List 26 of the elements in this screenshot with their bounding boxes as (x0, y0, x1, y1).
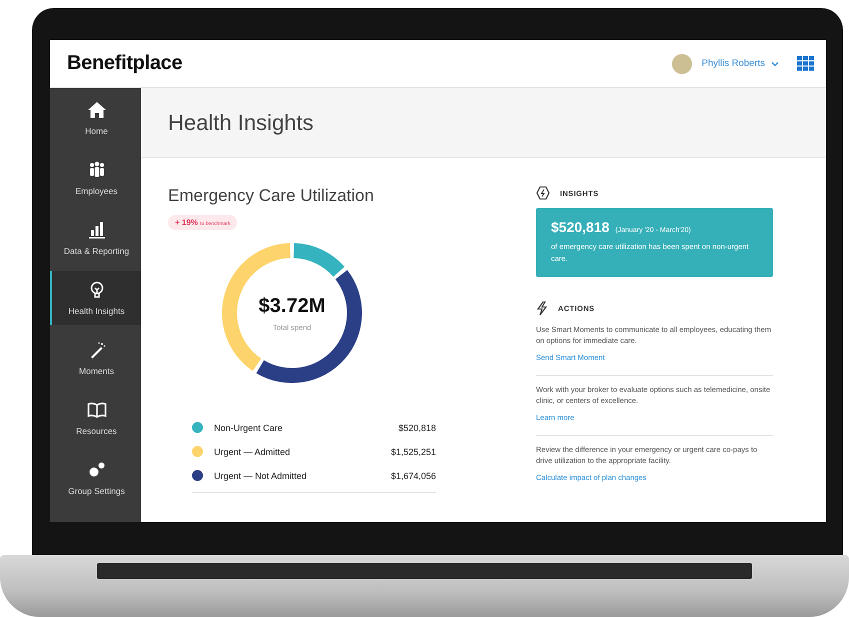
sidebar-item[interactable]: Group Settings (50, 448, 141, 508)
section-title: Emergency Care Utilization (168, 186, 375, 206)
legend-amount: $520,818 (398, 422, 436, 432)
legend-amount: $1,674,056 (390, 470, 436, 480)
home-icon (86, 100, 106, 118)
bar-chart-icon (86, 220, 106, 238)
sidebar-item[interactable]: Moments (50, 328, 141, 388)
legend-label: Urgent — Admitted (214, 446, 290, 456)
total-value: $3.72M (258, 294, 326, 318)
sidebar-item[interactable]: Employees (50, 148, 141, 208)
sidebar-item[interactable]: Data & Reporting (50, 208, 141, 268)
book-icon (86, 400, 106, 418)
user-menu[interactable]: Phyllis Roberts (702, 58, 783, 69)
caret-icon (771, 60, 779, 66)
logo[interactable]: Benefitplace (67, 52, 182, 75)
sidebar-item[interactable]: Home (50, 88, 141, 148)
apps-grid-icon[interactable] (797, 56, 814, 71)
page-title: Health Insights (168, 110, 314, 136)
legend-label: Non-Urgent Care (214, 422, 283, 432)
hexagon-bolt-icon (536, 186, 550, 200)
sidebar-item[interactable]: Resources (50, 388, 141, 448)
legend-label: Urgent — Not Admitted (214, 470, 307, 480)
insight-amount: $520,818 (551, 219, 610, 235)
sidebar-item[interactable]: Health Insights (50, 271, 141, 325)
legend-amount: $1,525,251 (390, 446, 436, 456)
lightning-icon (536, 301, 548, 316)
